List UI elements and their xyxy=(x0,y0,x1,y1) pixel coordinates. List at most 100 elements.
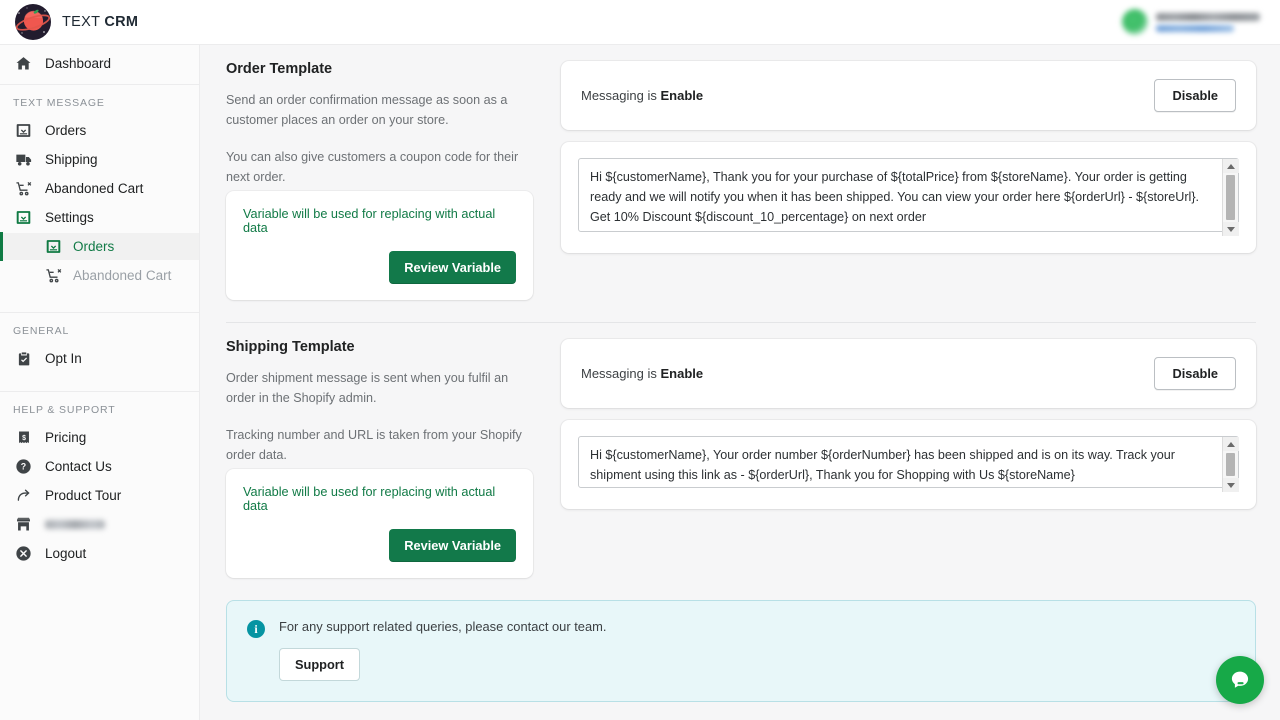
user-store-link-redacted xyxy=(1156,25,1234,32)
order-message-textarea[interactable] xyxy=(578,158,1239,232)
sidebar-item-pricing[interactable]: $ Pricing xyxy=(0,424,199,451)
scrollbar-thumb[interactable] xyxy=(1226,453,1235,476)
shipping-messaging-state: Enable xyxy=(660,366,703,381)
svg-text:$: $ xyxy=(22,434,26,441)
user-name-redacted xyxy=(1156,13,1260,21)
sidebar-item-dashboard[interactable]: Dashboard xyxy=(0,50,199,77)
sidebar-spacer xyxy=(0,373,199,385)
brand-logo-area[interactable]: TEXT CRM xyxy=(14,3,138,41)
sidebar-item-opt-in[interactable]: Opt In xyxy=(0,345,199,372)
scroll-down-arrow-icon[interactable] xyxy=(1223,222,1239,236)
sidebar-item-settings-orders[interactable]: Orders xyxy=(0,233,199,260)
order-variable-card: Variable will be used for replacing with… xyxy=(226,191,533,300)
sidebar-item-label: Opt In xyxy=(45,351,82,366)
scroll-up-arrow-icon[interactable] xyxy=(1223,437,1239,451)
user-identity-redacted xyxy=(1156,13,1260,32)
sidebar-item-label: Contact Us xyxy=(45,459,112,474)
sidebar-item-orders[interactable]: Orders xyxy=(0,117,199,144)
sidebar-item-label: Abandoned Cart xyxy=(45,181,143,196)
info-circle-icon: i xyxy=(247,620,265,638)
chat-widget-button[interactable] xyxy=(1216,656,1264,704)
order-messaging-toggle-button[interactable]: Disable xyxy=(1154,79,1236,112)
shipping-variable-actions: Review Variable xyxy=(243,529,516,562)
shipping-message-textarea[interactable] xyxy=(578,436,1239,488)
shipping-template-left-column: Shipping Template Order shipment message… xyxy=(226,339,561,578)
sidebar-item-label: Abandoned Cart xyxy=(73,268,171,283)
sidebar-spacer xyxy=(0,290,199,306)
shipping-template-right-column: Messaging is Enable Disable xyxy=(561,339,1256,578)
shipping-message-textarea-wrap xyxy=(578,436,1239,493)
order-template-description-1: Send an order confirmation message as so… xyxy=(226,91,533,130)
inbox-download-icon xyxy=(14,208,33,227)
sidebar-nav: Dashboard TEXT MESSAGE Orders xyxy=(0,45,200,720)
sidebar-divider xyxy=(0,312,199,313)
x-circle-icon xyxy=(14,544,33,563)
shipping-template-description-2: Tracking number and URL is taken from yo… xyxy=(226,426,533,465)
sidebar-group-label-general: GENERAL xyxy=(0,315,199,344)
body-row: Dashboard TEXT MESSAGE Orders xyxy=(0,45,1280,720)
planet-logo-icon xyxy=(14,3,52,41)
shipping-messaging-status-text: Messaging is Enable xyxy=(581,366,703,381)
order-template-right-column: Messaging is Enable Disable xyxy=(561,61,1256,300)
avatar xyxy=(1122,9,1148,35)
sidebar-item-label: Product Tour xyxy=(45,488,121,503)
chat-bubble-icon xyxy=(1227,667,1253,693)
shipping-messaging-toggle-button[interactable]: Disable xyxy=(1154,357,1236,390)
home-icon xyxy=(14,54,33,73)
order-message-scrollbar[interactable] xyxy=(1222,159,1238,236)
scrollbar-thumb[interactable] xyxy=(1226,175,1235,220)
support-banner: i For any support related queries, pleas… xyxy=(226,600,1256,702)
order-template-section: Order Template Send an order confirmatio… xyxy=(200,45,1280,300)
support-banner-wrap: i For any support related queries, pleas… xyxy=(200,578,1280,718)
scroll-down-arrow-icon[interactable] xyxy=(1223,478,1239,492)
sidebar-item-label: Orders xyxy=(45,123,86,138)
brand-title: TEXT CRM xyxy=(62,14,138,30)
order-messaging-prefix: Messaging is xyxy=(581,88,660,103)
shipping-message-card xyxy=(561,420,1256,509)
sidebar-group-label-help-support: HELP & SUPPORT xyxy=(0,394,199,423)
support-banner-body: For any support related queries, please … xyxy=(279,619,606,681)
scroll-up-arrow-icon[interactable] xyxy=(1223,159,1239,173)
user-account-menu[interactable] xyxy=(1122,9,1264,35)
page-title-shipping-template: Shipping Template xyxy=(226,339,533,355)
shipping-variable-card: Variable will be used for replacing with… xyxy=(226,469,533,578)
sidebar-item-abandoned-cart[interactable]: Abandoned Cart xyxy=(0,175,199,202)
order-messaging-status-text: Messaging is Enable xyxy=(581,88,703,103)
support-banner-text: For any support related queries, please … xyxy=(279,619,606,634)
shipping-messaging-row: Messaging is Enable Disable xyxy=(561,339,1256,408)
sidebar-item-label: Dashboard xyxy=(45,56,111,71)
order-message-textarea-wrap xyxy=(578,158,1239,237)
sidebar-item-store-redacted[interactable] xyxy=(0,511,199,538)
shipping-messaging-status-card: Messaging is Enable Disable xyxy=(561,339,1256,408)
sidebar-item-label: Orders xyxy=(73,239,114,254)
shipping-template-description-1: Order shipment message is sent when you … xyxy=(226,369,533,408)
sidebar-item-shipping[interactable]: Shipping xyxy=(0,146,199,173)
main-content: Order Template Send an order confirmatio… xyxy=(200,45,1280,720)
sidebar-item-settings[interactable]: Settings xyxy=(0,204,199,231)
sidebar-divider xyxy=(0,84,199,85)
store-icon xyxy=(14,515,33,534)
question-circle-icon: ? xyxy=(14,457,33,476)
sidebar-item-label: Logout xyxy=(45,546,86,561)
truck-icon xyxy=(14,150,33,169)
sidebar-item-label: Settings xyxy=(45,210,94,225)
brand-title-light: TEXT xyxy=(62,14,100,30)
page-title-order-template: Order Template xyxy=(226,61,533,77)
sidebar-item-product-tour[interactable]: Product Tour xyxy=(0,482,199,509)
sidebar-item-contact-us[interactable]: ? Contact Us xyxy=(0,453,199,480)
sidebar-divider xyxy=(0,391,199,392)
shipping-message-scrollbar[interactable] xyxy=(1222,437,1238,492)
sidebar-item-label-redacted xyxy=(45,520,105,529)
sidebar-item-settings-abandoned-cart[interactable]: Abandoned Cart xyxy=(0,262,199,289)
cart-x-icon xyxy=(14,179,33,198)
brand-title-bold: CRM xyxy=(104,14,138,30)
support-button[interactable]: Support xyxy=(279,648,360,681)
order-template-description-2: You can also give customers a coupon cod… xyxy=(226,148,533,187)
svg-text:?: ? xyxy=(21,462,26,472)
order-template-left-column: Order Template Send an order confirmatio… xyxy=(226,61,561,300)
sidebar-item-logout[interactable]: Logout xyxy=(0,540,199,567)
order-variable-actions: Review Variable xyxy=(243,251,516,284)
clipboard-check-icon xyxy=(14,349,33,368)
review-variable-button-order[interactable]: Review Variable xyxy=(389,251,516,284)
review-variable-button-shipping[interactable]: Review Variable xyxy=(389,529,516,562)
